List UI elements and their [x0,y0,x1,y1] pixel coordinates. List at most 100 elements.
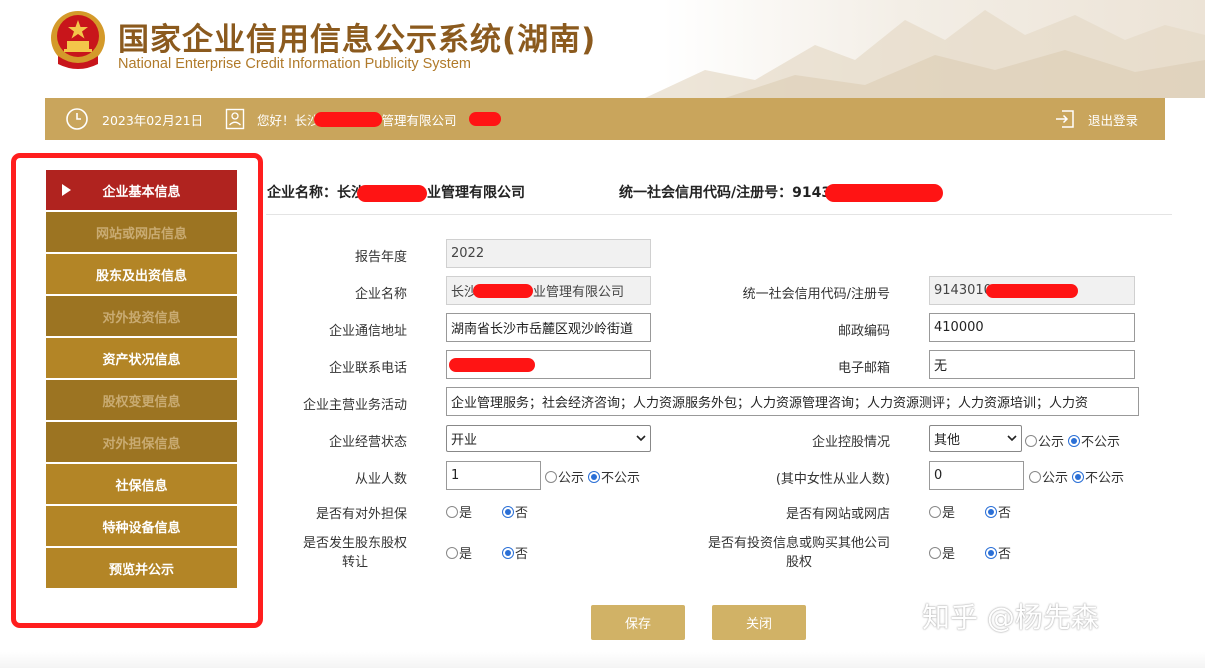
sidebar-item-investment-info[interactable]: 对外投资信息 [46,296,237,336]
radio-button[interactable] [1025,434,1037,447]
radio-button[interactable] [1029,470,1041,483]
sidebar-item-label: 股东及出资信息 [95,268,187,284]
postcode-label: 邮政编码 [837,324,890,339]
sidebar-item-label: 社保信息 [115,478,168,494]
female-publicity-radio-group: 公示 不公示 [1029,467,1124,486]
website-yes-option[interactable]: 是 [929,502,955,521]
option-label: 否 [998,506,1012,521]
radio-button[interactable] [929,546,941,559]
holding-private-option[interactable]: 不公示 [1068,431,1120,450]
national-emblem-icon [51,11,105,69]
watermark-text: 知乎 @杨先森 [922,601,1099,634]
radio-button[interactable] [545,470,557,483]
website-radio-group: 是 否 [929,502,1011,521]
option-label: 不公示 [1085,471,1125,486]
chevron-down-icon [1007,435,1017,442]
radio-button[interactable] [985,546,998,559]
report-year-field[interactable]: 2022 [446,239,651,268]
employees-publicity-radio-group: 公示 不公示 [545,467,640,486]
redaction-mark [473,283,534,298]
redaction-mark [825,184,944,202]
sidebar-item-social-insurance[interactable]: 社保信息 [46,464,237,504]
investment-no-option[interactable]: 否 [985,543,1011,562]
female-public-option[interactable]: 公示 [1029,467,1068,486]
sidebar-item-preview-publish[interactable]: 预览并公示 [46,548,237,588]
investment-radio-group: 是 否 [929,543,1011,562]
radio-button[interactable] [446,546,458,559]
address-label: 企业通信地址 [328,324,407,339]
report-year-label: 报告年度 [354,250,407,265]
option-label: 不公示 [1081,435,1121,450]
greeting-suffix: 管理有限公司 [381,112,457,128]
equity-transfer-yes-option[interactable]: 是 [446,543,472,562]
radio-button[interactable] [502,505,515,518]
investment-label: 是否有投资信息或购买其他公司 股权 [708,534,890,572]
radio-button[interactable] [929,505,941,518]
employees-private-option[interactable]: 不公示 [588,467,640,486]
redaction-mark [449,357,535,372]
sidebar-item-shareholder-info[interactable]: 股东及出资信息 [46,254,237,294]
bottom-band [0,652,1205,668]
save-button[interactable]: 保存 [591,605,685,640]
radio-button[interactable] [446,505,458,518]
company-name-summary: 企业名称：长沙 业管理有限公司 [267,182,525,202]
website-label: 是否有网站或网店 [785,507,890,522]
business-input[interactable]: 企业管理服务；社会经济咨询；人力资源服务外包；人力资源管理咨询；人力资源测评；人… [446,387,1139,416]
company-name-field[interactable]: 长沙 业管理有限公司 [446,276,651,305]
user-greeting: 您好！长沙 管理有限公司 [225,98,501,140]
sidebar-item-guarantee-info[interactable]: 对外担保信息 [46,422,237,462]
employees-public-option[interactable]: 公示 [545,467,584,486]
section-divider [266,214,1172,215]
logout-icon [1056,110,1074,128]
option-label: 是 [459,547,473,562]
holding-select[interactable]: 其他 [929,425,1022,452]
date-text: 2023年02月21日 [102,112,204,128]
credit-code-field[interactable]: 9143010 [929,276,1135,305]
female-employees-label: (其中女性从业人数) [775,472,890,487]
sidebar-item-label: 资产状况信息 [102,352,181,368]
holding-selected-value: 其他 [934,433,961,448]
radio-button[interactable] [588,470,601,483]
sidebar-item-label: 股权变更信息 [102,394,181,410]
sidebar-item-basic-info[interactable]: 企业基本信息 [46,170,237,210]
email-input[interactable]: 无 [929,350,1135,379]
redaction-mark [985,283,1078,298]
guarantee-yes-option[interactable]: 是 [446,502,472,521]
phone-input[interactable] [446,350,651,379]
female-private-option[interactable]: 不公示 [1072,467,1124,486]
address-input[interactable]: 湖南省长沙市岳麓区观沙岭街道 [446,313,651,342]
holding-label: 企业控股情况 [811,435,890,450]
redaction-mark [313,111,382,127]
investment-label-line1: 是否有投资信息或购买其他公司 [707,536,890,551]
clock-icon [66,108,88,130]
guarantee-no-option[interactable]: 否 [502,502,528,521]
radio-button[interactable] [985,505,998,518]
radio-button[interactable] [502,546,515,559]
close-button[interactable]: 关闭 [712,605,806,640]
employees-input[interactable]: 1 [446,461,541,490]
radio-button[interactable] [1072,470,1085,483]
radio-button[interactable] [1068,434,1081,447]
company-name-suffix: 业管理有限公司 [427,185,525,201]
credit-code-form-label: 统一社会信用代码/注册号 [742,287,890,302]
equity-transfer-no-option[interactable]: 否 [502,543,528,562]
holding-public-option[interactable]: 公示 [1025,431,1064,450]
sidebar-item-equity-change-info[interactable]: 股权变更信息 [46,380,237,420]
sidebar-item-asset-info[interactable]: 资产状况信息 [46,338,237,378]
phone-label: 企业联系电话 [328,361,407,376]
top-status-bar: 2023年02月21日 您好！长沙 管理有限公司 退出登录 [45,98,1165,140]
sidebar-item-website-info[interactable]: 网站或网店信息 [46,212,237,252]
website-no-option[interactable]: 否 [985,502,1011,521]
status-select[interactable]: 开业 [446,425,651,452]
sidebar-item-special-equipment[interactable]: 特种设备信息 [46,506,237,546]
holding-publicity-radio-group: 公示 不公示 [1025,431,1120,450]
female-employees-input[interactable]: 0 [929,461,1024,490]
business-label: 企业主营业务活动 [302,398,407,413]
postcode-input[interactable]: 410000 [929,313,1135,342]
credit-code-summary: 统一社会信用代码/注册号：9143 [619,182,944,202]
triangle-right-icon [62,184,71,196]
option-label: 是 [459,506,473,521]
logout-link[interactable]: 退出登录 [1054,98,1138,140]
investment-yes-option[interactable]: 是 [929,543,955,562]
site-title-en: National Enterprise Credit Information P… [118,56,471,72]
